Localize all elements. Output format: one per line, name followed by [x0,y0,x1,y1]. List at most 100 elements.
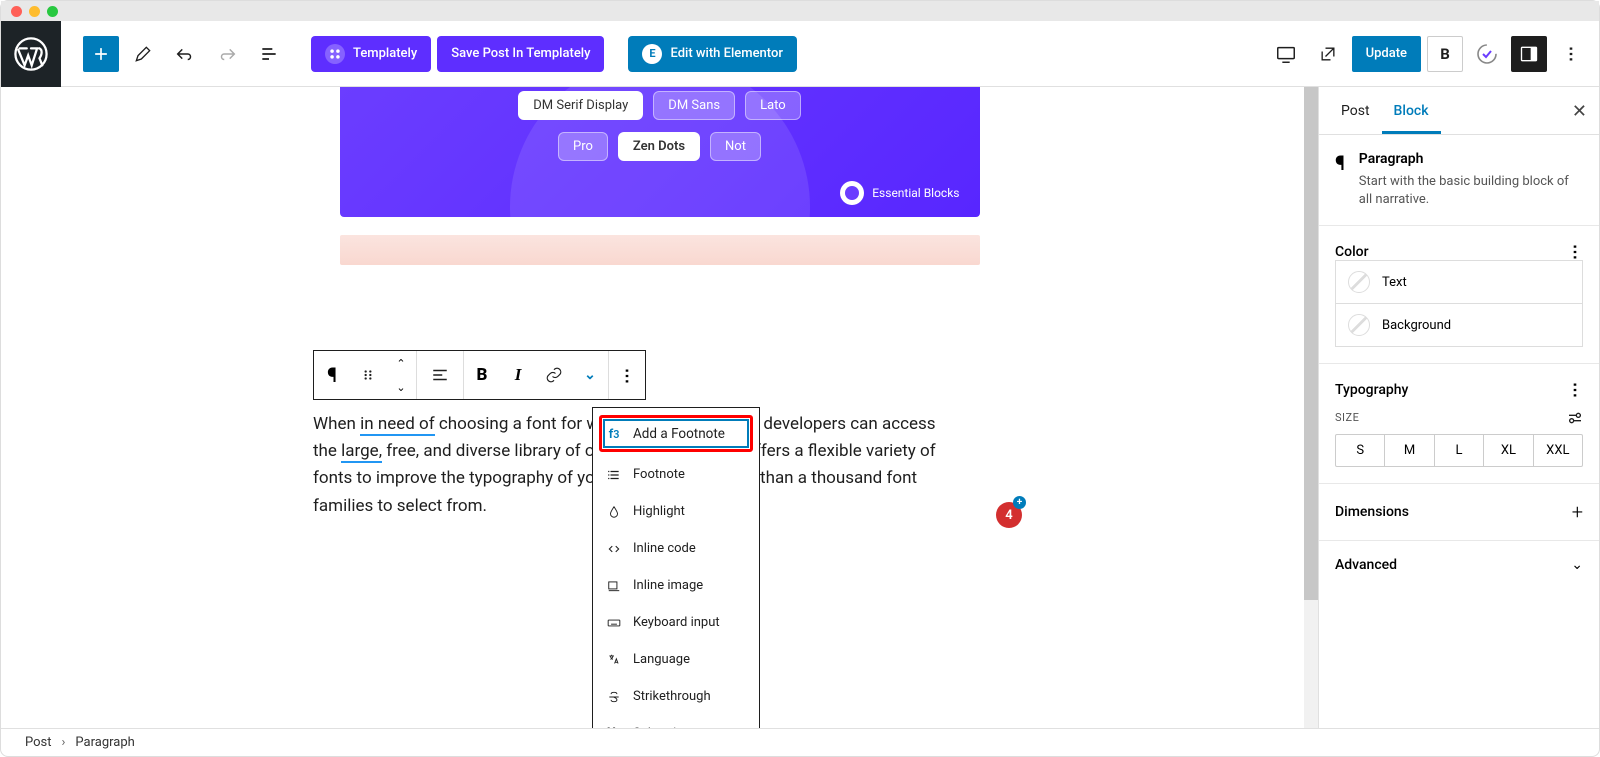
mac-min-dot[interactable] [29,6,40,17]
breadcrumb-post[interactable]: Post [25,735,52,750]
kebab-icon: ⋯ [618,368,637,383]
editor-canvas[interactable]: DM Serif Display DM Sans Lato Pro Zen Do… [1,87,1318,728]
menu-item-keyboard[interactable]: Keyboard input [593,604,759,641]
edit-tool-button[interactable] [125,36,161,72]
block-description: Start with the basic building block of a… [1359,173,1583,209]
font-pill: Lato [745,91,801,120]
close-icon: ✕ [1572,101,1587,122]
drag-handle[interactable] [350,351,386,399]
essential-blocks-badge: Essential Blocks [840,181,959,205]
document-overview-button[interactable] [251,36,287,72]
sidebar-icon [1519,44,1539,64]
breadcrumb-paragraph[interactable]: Paragraph [75,735,134,750]
menu-item-inline-image[interactable]: Inline image [593,567,759,604]
wp-logo-button[interactable] [1,21,61,87]
link-icon [545,366,563,384]
menu-item-highlight[interactable]: Highlight [593,493,759,530]
color-swatch-icon [1348,271,1370,293]
color-options-button[interactable]: ⋯ [1568,242,1583,261]
settings-sidebar: Post Block ✕ ¶ Paragraph Start with the … [1318,87,1599,728]
scrollbar-thumb[interactable] [1304,87,1318,600]
redo-button[interactable] [209,36,245,72]
size-option-xxl[interactable]: XXL [1534,435,1582,466]
typography-panel: Typography ⋯ SIZE S M L XL XXL [1319,364,1599,484]
link-button[interactable] [536,351,572,399]
block-options-button[interactable]: ⋯ [609,351,645,399]
typography-options-button[interactable]: ⋯ [1568,380,1583,399]
view-post-button[interactable] [1310,36,1346,72]
italic-button[interactable]: I [500,351,536,399]
menu-item-inline-code[interactable]: Inline code [593,530,759,567]
close-sidebar-button[interactable]: ✕ [1572,101,1587,122]
move-down-button[interactable]: ⌄ [386,375,416,399]
chevron-down-icon: ⌄ [396,381,405,394]
size-option-m[interactable]: M [1385,435,1434,466]
kebab-icon: ⋯ [1566,382,1585,397]
desktop-icon [1275,43,1297,65]
essential-blocks-button[interactable]: B [1427,36,1463,72]
kebab-icon: ⋯ [1562,46,1581,61]
mac-max-dot[interactable] [47,6,58,17]
editor-main: DM Serif Display DM Sans Lato Pro Zen Do… [1,87,1599,728]
preview-button[interactable] [1268,36,1304,72]
templately-button[interactable]: Templately [311,36,431,72]
tab-post[interactable]: Post [1329,87,1382,134]
add-block-button[interactable] [83,36,119,72]
more-formatting-button[interactable]: ⌄ [572,351,608,399]
formatting-dropdown: f3 Add a Footnote Footnote Highlight Inl… [592,407,760,728]
external-link-icon [1318,44,1338,64]
editor-topbar: Templately Save Post In Templately E Edi… [1,21,1599,87]
code-icon [605,540,623,558]
sliders-icon [1567,412,1583,424]
settings-sidebar-button[interactable] [1511,36,1547,72]
size-label: SIZE [1335,411,1359,424]
options-button[interactable]: ⋯ [1553,36,1589,72]
breadcrumb-separator [62,735,66,750]
paragraph-icon: ¶ [327,363,337,387]
tab-block[interactable]: Block [1382,87,1441,134]
menu-item-footnote[interactable]: Footnote [593,456,759,493]
block-type-button[interactable]: ¶ [314,351,350,399]
menu-label: Inline image [633,578,703,593]
tab-label: Post [1341,103,1370,119]
scrollbar-track[interactable] [1304,87,1318,728]
plus-icon [91,44,111,64]
menu-item-strikethrough[interactable]: Strikethrough [593,678,759,715]
menu-item-language[interactable]: Language [593,641,759,678]
strikethrough-icon [605,688,623,706]
undo-icon [174,43,196,65]
templately-icon [325,44,345,64]
notification-counter[interactable]: 4 [996,502,1022,528]
size-settings-button[interactable] [1567,412,1583,424]
yoast-button[interactable] [1469,36,1505,72]
hero-image-block[interactable]: DM Serif Display DM Sans Lato Pro Zen Do… [340,87,980,217]
dimensions-panel-header[interactable]: Dimensions + [1319,484,1599,541]
mac-close-dot[interactable] [11,6,22,17]
bold-button[interactable]: B [464,351,500,399]
menu-label: Keyboard input [633,615,720,630]
color-swatch-icon [1348,314,1370,336]
size-option-xl[interactable]: XL [1484,435,1533,466]
update-label: Update [1366,46,1407,61]
background-color-button[interactable]: Background [1335,303,1583,347]
align-left-icon [431,366,449,384]
advanced-panel-header[interactable]: Advanced ⌄ [1319,541,1599,589]
undo-button[interactable] [167,36,203,72]
menu-label: Subscript [633,726,688,728]
menu-item-subscript[interactable]: X2 Subscript [593,715,759,728]
size-option-l[interactable]: L [1435,435,1484,466]
paragraph-icon: ¶ [1335,151,1345,209]
size-option-s[interactable]: S [1336,435,1385,466]
font-pill: DM Serif Display [518,91,643,120]
eb-badge-icon [840,181,864,205]
edit-elementor-button[interactable]: E Edit with Elementor [628,36,796,72]
update-button[interactable]: Update [1352,36,1421,72]
menu-item-add-footnote[interactable]: f3 Add a Footnote [593,412,759,456]
move-up-button[interactable]: ⌃ [386,351,416,375]
menu-label: Strikethrough [633,689,711,704]
align-button[interactable] [417,351,463,399]
save-templately-button[interactable]: Save Post In Templately [437,36,604,72]
text-color-button[interactable]: Text [1335,260,1583,304]
footnote-add-icon: f3 [605,425,623,443]
pink-block[interactable] [340,235,980,265]
